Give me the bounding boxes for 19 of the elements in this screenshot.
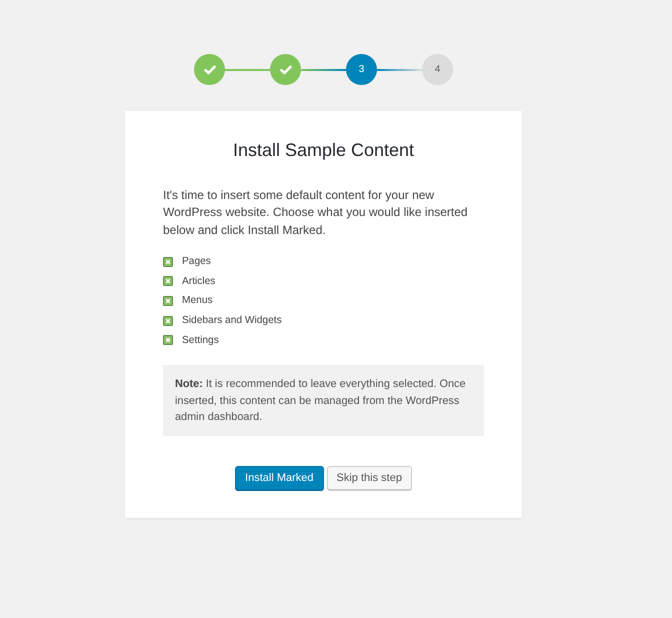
checkbox[interactable] [163,316,173,326]
intro-text: It's time to insert some default content for your new WordPress website. Choose what you would like inserted below and click Install Marked. [163,186,469,239]
install-button[interactable]: Install Marked [235,466,324,490]
option-label: Sidebars and Widgets [182,314,282,328]
check-icon [280,64,292,74]
step-number: 3 [346,54,377,85]
option-label: Menus [182,294,213,308]
option-label: Articles [182,274,216,289]
card-title: Install Sample Content [232,140,416,162]
check-icon [204,64,216,74]
checkbox[interactable] [163,335,173,346]
checkbox[interactable] [163,276,173,286]
option-label: Settings [182,334,219,348]
option-label: Pages [182,255,211,270]
step-number: 4 [422,54,453,85]
checkbox[interactable] [163,256,173,267]
note-box: Note: It is recommended to leave everything selected. Once inserted, this content can be managed from the WordPress admin dashboard. [163,365,484,436]
checkbox[interactable] [163,296,173,306]
skip-button[interactable]: Skip this step [326,466,412,490]
